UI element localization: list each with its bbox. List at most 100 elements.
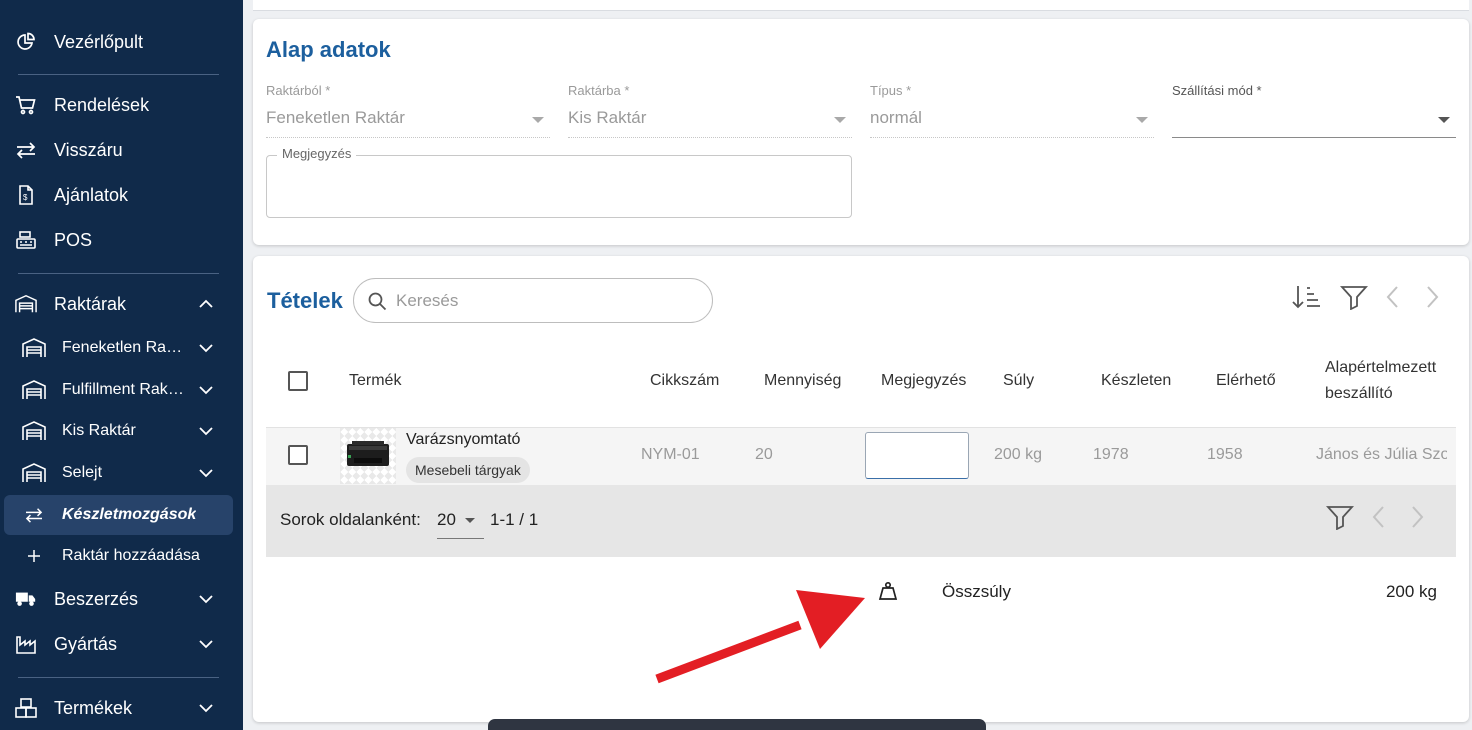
category-chip: Mesebeli tárgyak <box>406 457 530 483</box>
weight-cell: 200 kg <box>994 446 1043 463</box>
divider <box>18 273 219 274</box>
notes-textarea[interactable] <box>266 155 852 218</box>
sidebar-item-warehouse-selejt[interactable]: Selejt <box>0 453 243 493</box>
boxes-icon <box>15 697 37 719</box>
rows-per-page-value: 20 <box>437 510 456 529</box>
basic-data-title: Alap adatok <box>266 37 391 62</box>
svg-text:$: $ <box>23 193 28 202</box>
chevron-down-icon <box>196 421 216 441</box>
sidebar-item-label: POS <box>54 229 93 250</box>
column-header-supplier[interactable]: Alapértelmezett beszállító <box>1325 359 1436 403</box>
chevron-down-icon <box>196 380 216 400</box>
search-icon <box>368 292 387 316</box>
sidebar-item-pos[interactable]: POS <box>0 220 243 260</box>
column-header-stock[interactable]: Készleten <box>1101 372 1171 390</box>
column-header-notes[interactable]: Megjegyzés <box>881 372 966 390</box>
from-warehouse-select[interactable]: Raktárból * Feneketlen Raktár <box>266 83 550 139</box>
sort-icon <box>1292 284 1322 315</box>
chevron-down-icon <box>196 698 216 718</box>
sidebar: Vezérlőpult Rendelések Visszáru $ Ajánla… <box>0 0 243 730</box>
sidebar-item-label: Gyártás <box>54 633 118 654</box>
type-select[interactable]: Típus * normál <box>870 83 1154 139</box>
rows-per-page-label: Sorok oldalanként: <box>280 510 421 529</box>
search-input[interactable] <box>396 289 696 313</box>
document-dollar-icon: $ <box>15 184 37 206</box>
sidebar-item-warehouse-kis[interactable]: Kis Raktár <box>0 411 243 451</box>
sidebar-item-warehouse-fulfillment[interactable]: Fulfillment Raktár <box>0 370 243 410</box>
chevron-up-icon <box>196 294 216 314</box>
sidebar-item-add-warehouse[interactable]: Raktár hozzáadása <box>0 536 243 576</box>
items-title: Tételek <box>267 288 343 313</box>
caret-down-icon <box>465 518 475 523</box>
row-checkbox[interactable] <box>288 445 308 465</box>
sidebar-item-stock-movements[interactable]: Készletmozgások <box>0 495 243 535</box>
to-warehouse-select[interactable]: Raktárba * Kis Raktár <box>568 83 852 139</box>
row-notes-input[interactable] <box>865 432 969 479</box>
sidebar-item-label: Visszáru <box>54 139 123 160</box>
prev-page-button-top[interactable] <box>1378 284 1408 314</box>
sidebar-item-warehouse-feneketlen[interactable]: Feneketlen Raktár <box>0 328 243 368</box>
sidebar-item-warehouses[interactable]: Raktárak <box>0 284 243 324</box>
factory-icon <box>15 633 37 655</box>
annotation-arrow <box>655 590 865 684</box>
sidebar-item-manufacturing[interactable]: Gyártás <box>0 624 243 664</box>
next-page-button[interactable] <box>1402 504 1432 534</box>
sidebar-item-dashboard[interactable]: Vezérlőpult <box>0 22 243 62</box>
to-warehouse-value: Kis Raktár <box>568 108 647 127</box>
weight-icon <box>878 581 898 606</box>
select-all-checkbox[interactable] <box>288 371 308 391</box>
from-warehouse-label: Raktárból * <box>266 83 331 98</box>
search-box[interactable] <box>353 278 713 323</box>
warehouse-icon <box>15 293 37 315</box>
sidebar-item-purchasing[interactable]: Beszerzés <box>0 579 243 619</box>
filter-button[interactable] <box>1339 284 1369 314</box>
sidebar-item-label: Fulfillment Raktár <box>62 381 184 398</box>
product-name[interactable]: Varázsnyomtató <box>406 431 520 449</box>
filter-icon <box>1325 504 1355 535</box>
printer-image <box>347 441 389 466</box>
chevron-down-icon <box>196 338 216 358</box>
shipping-method-label: Szállítási mód * <box>1172 83 1262 98</box>
from-warehouse-value: Feneketlen Raktár <box>266 108 405 127</box>
to-warehouse-label: Raktárba * <box>568 83 630 98</box>
next-page-button-top[interactable] <box>1417 284 1447 314</box>
filter-button-bottom[interactable] <box>1325 504 1355 534</box>
sku-cell: NYM-01 <box>641 446 700 463</box>
swap-icon <box>15 139 37 161</box>
filter-icon <box>1339 284 1369 315</box>
warehouse-icon <box>22 462 46 484</box>
sort-button[interactable] <box>1292 284 1322 314</box>
column-header-weight[interactable]: Súly <box>1003 372 1034 390</box>
pie-chart-icon <box>15 31 37 53</box>
prev-page-button[interactable] <box>1364 504 1394 534</box>
rows-per-page-select[interactable]: 20 <box>437 508 484 539</box>
type-label: Típus * <box>870 83 912 98</box>
chevron-down-icon <box>196 589 216 609</box>
pagination-range: 1-1 / 1 <box>490 510 539 529</box>
chevron-down-icon <box>196 634 216 654</box>
column-header-quantity[interactable]: Mennyiség <box>764 372 841 390</box>
chevron-right-icon <box>1424 284 1440 315</box>
sidebar-item-returns[interactable]: Visszáru <box>0 130 243 170</box>
warehouse-icon <box>22 379 46 401</box>
chevron-left-icon <box>1371 504 1387 535</box>
sidebar-item-offers[interactable]: $ Ajánlatok <box>0 175 243 215</box>
shipping-method-select[interactable]: Szállítási mód * <box>1172 83 1456 139</box>
column-header-supplier-line1: Alapértelmezett <box>1325 359 1437 376</box>
available-cell: 1958 <box>1207 446 1243 463</box>
notes-label: Megjegyzés <box>277 146 357 161</box>
sidebar-item-label: Selejt <box>62 464 103 481</box>
column-header-sku[interactable]: Cikkszám <box>650 372 719 390</box>
divider <box>18 74 219 75</box>
sidebar-item-label: Termékek <box>54 697 133 718</box>
caret-down-icon <box>1136 117 1148 123</box>
sidebar-item-orders[interactable]: Rendelések <box>0 85 243 125</box>
caret-down-icon <box>532 117 544 123</box>
column-header-available[interactable]: Elérhető <box>1216 372 1276 390</box>
truck-icon <box>15 588 37 610</box>
sidebar-item-label: Beszerzés <box>54 588 139 609</box>
sidebar-item-label: Vezérlőpult <box>54 31 144 52</box>
column-header-product[interactable]: Termék <box>349 372 401 390</box>
sidebar-item-products[interactable]: Termékek <box>0 688 243 728</box>
cash-register-icon <box>15 229 37 251</box>
